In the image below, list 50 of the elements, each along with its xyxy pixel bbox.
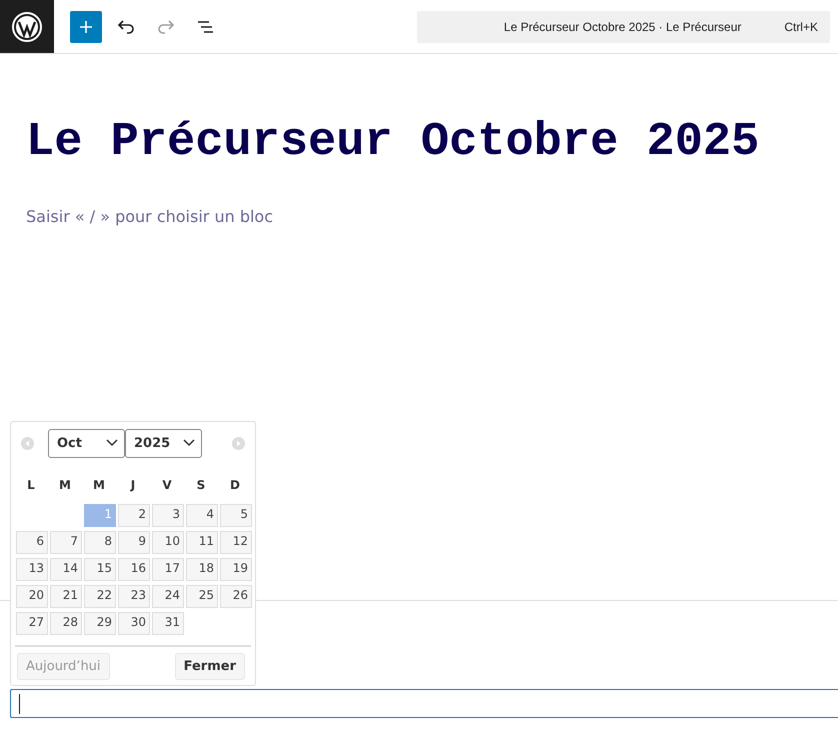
- calendar-day[interactable]: 23: [118, 585, 150, 608]
- calendar-day[interactable]: 30: [118, 612, 150, 635]
- plus-icon: [78, 18, 94, 34]
- calendar-day[interactable]: 21: [50, 585, 82, 608]
- calendar-day[interactable]: 5: [220, 504, 252, 527]
- calendar-day[interactable]: 11: [186, 531, 218, 554]
- month-select[interactable]: Oct: [48, 428, 125, 458]
- weekday-label: S: [196, 478, 206, 492]
- calendar-day[interactable]: 22: [84, 585, 116, 608]
- calendar-day[interactable]: 6: [16, 531, 48, 554]
- weekday-label: M: [58, 478, 72, 492]
- calendar-day[interactable]: 24: [152, 585, 184, 608]
- calendar-day[interactable]: 3: [152, 504, 184, 527]
- keyboard-shortcut: Ctrl+K: [784, 20, 818, 34]
- calendar-day[interactable]: 19: [220, 558, 252, 581]
- calendar-day[interactable]: 8: [84, 531, 116, 554]
- calendar-day[interactable]: 16: [118, 558, 150, 581]
- post-title[interactable]: Le Précurseur Octobre 2025: [0, 54, 838, 169]
- calendar-day[interactable]: 7: [50, 531, 82, 554]
- block-placeholder[interactable]: Saisir « / » pour choisir un bloc: [26, 207, 273, 226]
- chevron-down-icon: [106, 439, 118, 447]
- chevron-down-icon: [183, 439, 195, 447]
- weekday-label: M: [92, 478, 106, 492]
- add-block-button[interactable]: [70, 10, 102, 42]
- calendar-day[interactable]: 17: [152, 558, 184, 581]
- weekday-label: J: [129, 478, 136, 492]
- calendar-day[interactable]: 14: [50, 558, 82, 581]
- calendar-day[interactable]: 12: [220, 531, 252, 554]
- calendar-day[interactable]: 10: [152, 531, 184, 554]
- calendar-day[interactable]: 25: [186, 585, 218, 608]
- calendar-day[interactable]: 4: [186, 504, 218, 527]
- weekday-label: D: [229, 478, 241, 492]
- close-button[interactable]: Fermer: [174, 653, 245, 680]
- calendar-day[interactable]: 13: [16, 558, 48, 581]
- calendar-day[interactable]: 9: [118, 531, 150, 554]
- calendar-day[interactable]: 31: [152, 612, 184, 635]
- wordpress-logo-icon[interactable]: [0, 0, 54, 53]
- calendar-day[interactable]: 15: [84, 558, 116, 581]
- calendar-day[interactable]: 2: [118, 504, 150, 527]
- year-select[interactable]: 2025: [125, 428, 202, 458]
- calendar-day[interactable]: 26: [220, 585, 252, 608]
- weekday-label: V: [161, 478, 173, 492]
- calendar-day[interactable]: 29: [84, 612, 116, 635]
- calendar-day[interactable]: 20: [16, 585, 48, 608]
- command-bar[interactable]: Le Précurseur Octobre 2025 · Le Précurseur Ctrl+K: [417, 10, 830, 42]
- weekday-label: L: [26, 478, 36, 492]
- calendar-day[interactable]: 18: [186, 558, 218, 581]
- calendar-day[interactable]: 27: [16, 612, 48, 635]
- date-input-field[interactable]: [10, 689, 838, 718]
- calendar-day[interactable]: 28: [50, 612, 82, 635]
